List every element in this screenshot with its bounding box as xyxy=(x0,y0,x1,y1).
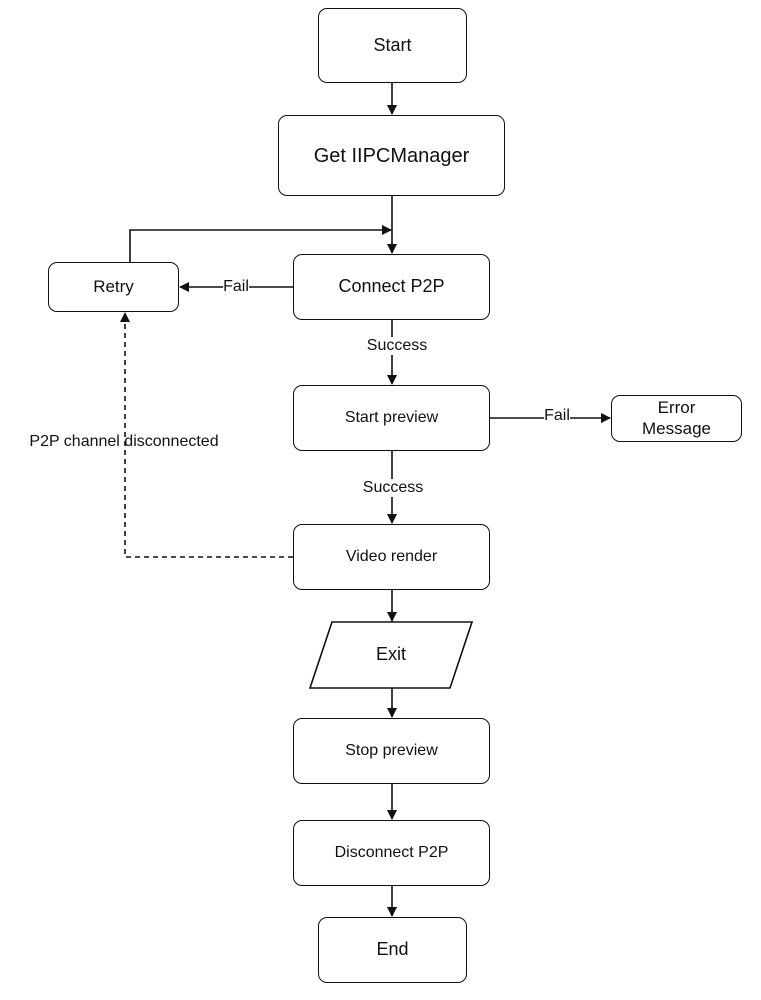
get-ipc-manager-node: Get IIPCManager xyxy=(278,115,505,196)
start-preview-node: Start preview xyxy=(293,385,490,451)
disconnect-p2p-node: Disconnect P2P xyxy=(293,820,490,886)
error-message-node: Error Message xyxy=(611,395,742,442)
end-node: End xyxy=(318,917,467,983)
connect-p2p-node: Connect P2P xyxy=(293,254,490,320)
video-render-node: Video render xyxy=(293,524,490,590)
start-node: Start xyxy=(318,8,467,83)
label-channel-disconnected: P2P channel disconnected xyxy=(29,433,219,450)
label-preview-fail: Fail xyxy=(544,407,570,425)
stop-preview-node: Stop preview xyxy=(293,718,490,784)
label-connect-success: Success xyxy=(366,337,428,355)
label-preview-success: Success xyxy=(362,479,424,497)
exit-node: Exit xyxy=(375,644,406,665)
retry-node: Retry xyxy=(48,262,179,312)
label-connect-fail: Fail xyxy=(223,278,249,296)
